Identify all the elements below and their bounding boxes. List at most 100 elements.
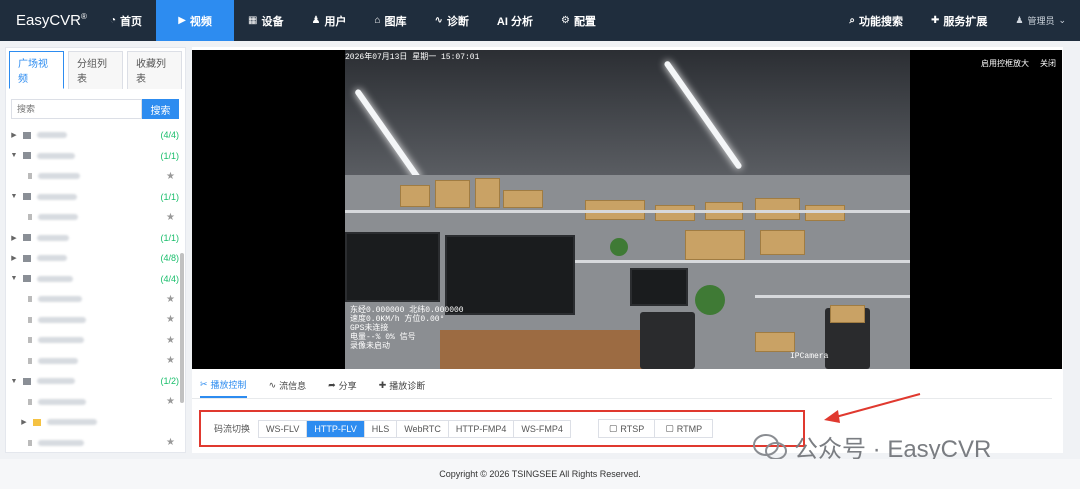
nav-service-extension[interactable]: ✚ 服务扩展 <box>917 0 1001 41</box>
caret-right-icon[interactable]: ▶ <box>9 234 19 242</box>
favorite-star-icon[interactable]: ★ <box>166 355 175 366</box>
tree-channel-item[interactable]: ★ <box>6 392 185 413</box>
redacted-name <box>38 337 84 344</box>
tab-group-list[interactable]: 分组列表 <box>68 51 123 89</box>
nav-item-config[interactable]: ⚙ 配置 <box>547 0 610 41</box>
caret-down-icon[interactable]: ▼ <box>9 378 19 385</box>
tab-play-control[interactable]: ✂ 播放控制 <box>200 378 247 398</box>
tree-channel-item[interactable]: ★ <box>6 166 185 187</box>
nav-item-video[interactable]: ▶ 视频 <box>156 0 235 41</box>
caret-right-icon[interactable]: ▶ <box>9 254 19 262</box>
tab-play-diagnosis[interactable]: ✚ 播放诊断 <box>379 378 426 398</box>
pulse-icon: ∿ <box>268 380 277 390</box>
stream-option-http-flv[interactable]: HTTP-FLV <box>307 420 365 437</box>
nav-item-device[interactable]: ▦ 设备 <box>234 0 297 41</box>
tab-square-video[interactable]: 广场视频 <box>9 51 64 89</box>
user-menu[interactable]: ♟ 管理员 ⌄ <box>1001 0 1080 41</box>
tree-group-item[interactable]: ▶ <box>6 412 185 433</box>
share-icon: ➦ <box>328 380 336 390</box>
tree-channel-item[interactable]: ★ <box>6 433 185 453</box>
library-icon: ⌂ <box>374 15 381 26</box>
chevron-down-icon: ⌄ <box>1058 15 1066 25</box>
nav-item-diagnosis[interactable]: ∿ 诊断 <box>421 0 483 41</box>
close-player-button[interactable]: 关闭 <box>1040 58 1056 69</box>
redacted-name <box>38 296 82 303</box>
grid-icon: ▦ <box>248 15 258 26</box>
stream-option-ws-fmp4[interactable]: WS-FMP4 <box>514 420 570 437</box>
nav-function-search[interactable]: ⌕ 功能搜索 <box>835 0 917 41</box>
camera-icon <box>28 398 32 405</box>
video-timestamp: 2026年07月13日 星期一 15:07:01 <box>345 53 480 62</box>
stream-option-http-fmp4[interactable]: HTTP-FMP4 <box>448 420 515 437</box>
carton-box <box>685 230 745 260</box>
tab-share[interactable]: ➦ 分享 <box>328 378 357 398</box>
monitor <box>345 232 440 302</box>
nav-item-ai-analysis[interactable]: AI 分析 <box>483 0 547 41</box>
shelf <box>755 295 910 298</box>
caret-right-icon[interactable]: ▶ <box>9 131 19 139</box>
stream-switch-highlight: 码流切换 WS-FLV HTTP-FLV HLS WebRTC HTTP-FMP… <box>199 410 805 447</box>
tree-group-item[interactable]: ▼ (1/2) <box>6 371 185 392</box>
brand-logo[interactable]: EasyCVR® <box>0 12 96 29</box>
favorite-star-icon[interactable]: ★ <box>166 396 175 407</box>
redacted-name <box>37 132 67 139</box>
favorite-star-icon[interactable]: ★ <box>166 212 175 223</box>
tools-icon: ✂ <box>200 379 208 389</box>
tree-group-item[interactable]: ▼ (1/1) <box>6 146 185 167</box>
page-footer: Copyright © 2026 TSINGSEE All Rights Res… <box>0 459 1080 489</box>
enable-zoom-button[interactable]: 启用控框放大 <box>981 58 1029 69</box>
caret-down-icon[interactable]: ▼ <box>9 193 19 200</box>
tree-channel-item[interactable]: ★ <box>6 289 185 310</box>
camera-icon <box>28 337 32 344</box>
rtsp-button[interactable]: ▢ RTSP <box>599 420 656 437</box>
caret-right-icon[interactable]: ▶ <box>19 418 29 426</box>
camera-label: IPCamera <box>790 352 829 361</box>
channel-search-button[interactable]: 搜索 <box>142 99 179 119</box>
tree-group-item[interactable]: ▶ (1/1) <box>6 228 185 249</box>
caret-down-icon[interactable]: ▼ <box>9 152 19 159</box>
redacted-name <box>37 255 67 262</box>
sidebar-scrollbar[interactable] <box>180 253 184 403</box>
stream-option-hls[interactable]: HLS <box>364 420 398 437</box>
office-chair <box>640 312 695 369</box>
camera-icon <box>28 296 32 303</box>
server-icon <box>23 254 31 262</box>
channel-search-input[interactable] <box>11 99 142 119</box>
nav-item-home[interactable]: ◔ 首页 <box>96 0 156 41</box>
favorite-star-icon[interactable]: ★ <box>166 171 175 182</box>
tree-group-item[interactable]: ▶ (4/8) <box>6 248 185 269</box>
redacted-name <box>38 214 78 221</box>
tree-group-item[interactable]: ▼ (4/4) <box>6 269 185 290</box>
server-icon <box>23 275 31 283</box>
tree-group-item[interactable]: ▶ (4/4) <box>6 125 185 146</box>
tree-channel-item[interactable]: ★ <box>6 351 185 372</box>
stream-option-webrtc[interactable]: WebRTC <box>397 420 449 437</box>
redacted-name <box>38 357 78 364</box>
redacted-name <box>38 398 86 405</box>
tab-stream-info[interactable]: ∿ 流信息 <box>269 378 307 398</box>
pulse-icon: ∿ <box>434 15 443 26</box>
favorite-star-icon[interactable]: ★ <box>166 335 175 346</box>
camera-icon <box>28 439 32 446</box>
server-icon <box>23 234 31 242</box>
tab-favorite-list[interactable]: 收藏列表 <box>127 51 182 89</box>
channel-count: (4/8) <box>160 253 179 264</box>
favorite-star-icon[interactable]: ★ <box>166 294 175 305</box>
caret-down-icon[interactable]: ▼ <box>9 275 19 282</box>
video-player[interactable]: 东经0.000000 北纬0.000000 速度0.0KM/h 方位0.00° … <box>192 50 1062 369</box>
tree-channel-item[interactable]: ★ <box>6 330 185 351</box>
carton-box <box>755 332 795 352</box>
channel-count: (4/4) <box>160 273 179 284</box>
favorite-star-icon[interactable]: ★ <box>166 314 175 325</box>
redacted-name <box>37 275 73 282</box>
stream-option-ws-flv[interactable]: WS-FLV <box>259 420 308 437</box>
tree-channel-item[interactable]: ★ <box>6 310 185 331</box>
annotation-arrow <box>824 393 921 423</box>
nav-item-user[interactable]: ♟ 用户 <box>298 0 361 41</box>
nav-item-library[interactable]: ⌂ 图库 <box>360 0 420 41</box>
tree-group-item[interactable]: ▼ (1/1) <box>6 187 185 208</box>
favorite-star-icon[interactable]: ★ <box>166 437 175 448</box>
rtmp-button[interactable]: ▢ RTMP <box>655 420 712 437</box>
tree-channel-item[interactable]: ★ <box>6 207 185 228</box>
camera-icon <box>28 214 32 221</box>
